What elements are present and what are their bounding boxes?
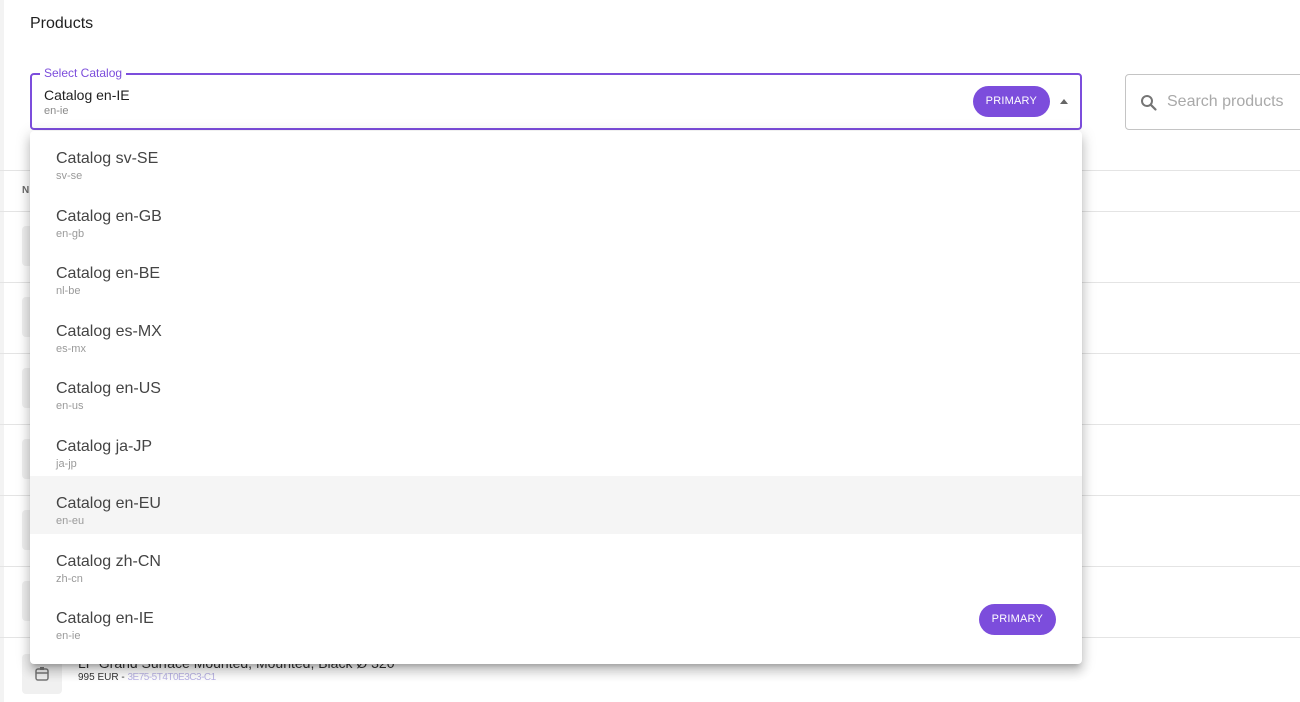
catalog-option-locale: sv-se	[56, 170, 83, 182]
product-price: 995 EUR -	[78, 672, 128, 683]
catalog-option-locale: zh-cn	[56, 572, 83, 585]
catalog-option-locale: ja-jp	[56, 457, 77, 470]
sidebar-edge	[0, 0, 4, 702]
catalog-option[interactable]: Catalog en-BE nl-be	[30, 246, 1082, 304]
catalog-option-locale: en-us	[56, 400, 84, 412]
catalog-option-label: Catalog sv-SE	[56, 150, 159, 167]
catalog-select-value: Catalog en-IE	[44, 87, 130, 103]
catalog-option[interactable]: Catalog en-GB en-gb	[30, 189, 1082, 247]
catalog-option-label: Catalog en-IE	[56, 610, 154, 627]
arrow-up-icon[interactable]	[1060, 99, 1068, 104]
catalog-option[interactable]: Catalog en-IE en-ie PRIMARY	[30, 591, 1082, 649]
catalog-option-label: Catalog en-EU	[56, 495, 161, 512]
table-header-name[interactable]: N	[22, 185, 29, 196]
primary-badge: PRIMARY	[978, 604, 1056, 635]
product-sku: 3E75-5T4T0E3C3-C1	[127, 672, 216, 683]
catalog-option-label: Catalog en-GB	[56, 207, 162, 225]
catalog-option-locale: en-gb	[56, 227, 85, 240]
catalog-option[interactable]: Catalog en-US en-us	[30, 361, 1082, 419]
catalog-option[interactable]: Catalog ja-JP ja-jp	[30, 419, 1082, 477]
catalog-option-label: Catalog es-MX	[56, 322, 162, 340]
catalog-option-locale: nl-be	[56, 285, 81, 297]
catalog-option-locale: en-ie	[56, 630, 81, 642]
search-input[interactable]	[1167, 91, 1300, 113]
page-title: Products	[30, 15, 94, 32]
catalog-option-locale: en-eu	[56, 515, 85, 527]
catalog-option-label: Catalog en-US	[56, 380, 161, 397]
box-icon	[35, 667, 49, 681]
catalog-option-label: Catalog ja-JP	[56, 437, 153, 455]
products-page: Products N LP Grand Surface Mounted, Mou…	[0, 0, 1300, 702]
catalog-select-locale: en-ie	[44, 105, 69, 117]
catalog-option-label: Catalog zh-CN	[56, 552, 161, 570]
catalog-option[interactable]: Catalog zh-CN zh-cn	[30, 534, 1082, 592]
catalog-option[interactable]: Catalog es-MX es-mx	[30, 304, 1082, 362]
catalog-select-label: Select Catalog	[40, 66, 127, 80]
search-field[interactable]	[1125, 74, 1300, 130]
catalog-option-label: Catalog en-BE	[56, 265, 161, 282]
catalog-option-locale: es-mx	[56, 342, 86, 355]
search-icon	[1141, 95, 1157, 111]
catalog-dropdown-menu: Catalog sv-SE sv-se Catalog en-GB en-gb Cata…	[30, 131, 1082, 664]
catalog-option[interactable]: Catalog sv-SE sv-se	[30, 131, 1082, 189]
catalog-select[interactable]: Select Catalog Catalog en-IE en-ie PRIMA…	[30, 66, 1082, 130]
catalog-option[interactable]: Catalog en-EU en-eu	[30, 476, 1082, 534]
primary-badge: PRIMARY	[972, 86, 1050, 117]
product-meta: 995 EUR - 3E75-5T4T0E3C3-C1	[78, 672, 216, 683]
